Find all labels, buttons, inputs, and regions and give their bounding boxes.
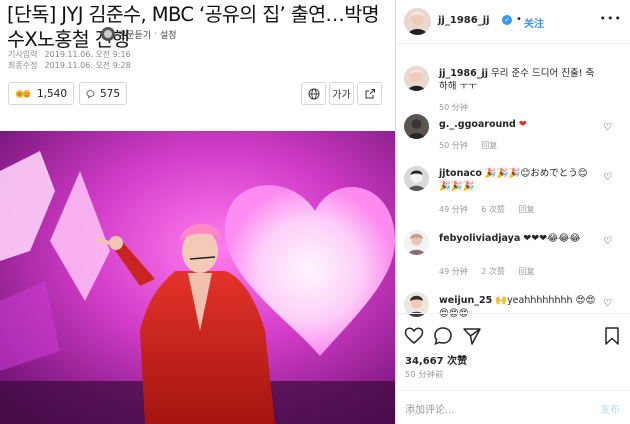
- globe-button[interactable]: [301, 82, 326, 105]
- instagram-pane: jj_1986_jj ✓ • 关注 ••• jj_1986_jj 우리 준수 드디…: [396, 0, 630, 424]
- comment-meta: 49 分钟 2 次赞 回复: [439, 266, 545, 277]
- published-label: 기사입력: [8, 50, 38, 59]
- verified-icon: ✓: [502, 15, 512, 25]
- like-comment-heart-icon[interactable]: ♡: [603, 172, 612, 183]
- comment-likes[interactable]: 2 次赞: [481, 267, 505, 276]
- like-comment-heart-icon[interactable]: ♡: [603, 122, 612, 133]
- comment-username[interactable]: jjtonaco: [439, 168, 482, 179]
- share-button[interactable]: [357, 82, 382, 105]
- comment-username[interactable]: febyoliviadjaya: [439, 233, 520, 244]
- dot-separator: •: [516, 14, 522, 25]
- post-time: 50 分钟前: [405, 370, 444, 379]
- article-headline: [단독] JYJ 김준수, MBC ‘공유의 집’ 출연…박명수X노홍철 진행: [7, 3, 380, 51]
- listen-button[interactable]: 본문듣기: [118, 28, 151, 41]
- reaction-count: 1,540: [36, 87, 67, 100]
- share-plane-icon[interactable]: [462, 326, 482, 346]
- header-divider: [396, 43, 630, 44]
- reaction-button[interactable]: 1,540: [8, 82, 74, 105]
- comment-text: ❤: [518, 119, 527, 130]
- reply-button[interactable]: 回复: [518, 267, 534, 276]
- comment-box-divider: [396, 390, 630, 391]
- globe-icon: [308, 88, 319, 99]
- comment-avatar[interactable]: [404, 114, 429, 139]
- follow-button[interactable]: 关注: [524, 15, 544, 30]
- post-comment-button[interactable]: 发布: [600, 401, 620, 416]
- comment-username[interactable]: g._.ggoaround: [439, 119, 516, 130]
- comment-icon[interactable]: [433, 326, 453, 346]
- likes-count[interactable]: 34,667 次赞: [405, 352, 467, 367]
- comment-avatar[interactable]: [404, 230, 429, 255]
- font-size-button[interactable]: 가가: [329, 82, 354, 105]
- caption-time[interactable]: 50 分钟: [439, 103, 468, 112]
- caption-avatar[interactable]: [404, 66, 429, 91]
- comment-avatar[interactable]: [404, 166, 429, 191]
- heart-icon[interactable]: [404, 326, 424, 346]
- article-pane: [단독] JYJ 김준수, MBC ‘공유의 집’ 출연…박명수X노홍철 진행 …: [0, 0, 395, 424]
- separator: ·: [154, 29, 157, 39]
- speech-bubble-icon: [86, 89, 95, 98]
- like-comment-heart-icon[interactable]: ♡: [603, 236, 612, 247]
- comment-item: jjtonaco 🎉🎉🎉😊おめでとう😊🎉🎉🎉: [439, 167, 599, 193]
- speaker-icon[interactable]: [101, 27, 115, 41]
- modified-value: 2019.11.06. 오전 9:28: [44, 61, 131, 70]
- share-icon: [365, 88, 375, 98]
- comment-meta: 49 分钟 6 次赞 回复: [439, 204, 545, 215]
- caption: jj_1986_jj 우리 준수 드디어 진출! 축하해 ㅜㅜ: [439, 67, 599, 93]
- bookmark-icon[interactable]: [602, 326, 622, 346]
- comment-text: ❤❤❤😂😂😂: [523, 233, 581, 244]
- comment-username[interactable]: weijun_25: [439, 295, 492, 306]
- comment-count-button[interactable]: 575: [79, 82, 127, 105]
- caption-meta: 50 分钟: [439, 102, 479, 113]
- reaction-emoji-icon: [15, 89, 31, 98]
- comment-item: g._.ggoaround ❤: [439, 118, 599, 131]
- modified-label: 최종수정: [8, 61, 38, 70]
- caption-username[interactable]: jj_1986_jj: [439, 68, 488, 79]
- comment-count: 575: [99, 87, 120, 100]
- comment-time[interactable]: 49 分钟: [439, 205, 468, 214]
- reply-button[interactable]: 回复: [518, 205, 534, 214]
- comment-item: febyoliviadjaya ❤❤❤😂😂😂: [439, 232, 599, 245]
- listen-controls: 본문듣기 · 설정: [101, 26, 177, 42]
- add-comment-input[interactable]: 添加评论...: [405, 401, 455, 416]
- published-time: 기사입력 2019.11.06. 오전 9:16: [8, 49, 131, 60]
- avatar[interactable]: [404, 8, 431, 35]
- settings-button[interactable]: 설정: [160, 28, 177, 41]
- published-value: 2019.11.06. 오전 9:16: [44, 50, 131, 59]
- actions-divider: [396, 313, 630, 314]
- more-options-icon[interactable]: •••: [600, 12, 622, 25]
- like-comment-heart-icon[interactable]: ♡: [603, 298, 612, 309]
- reply-button[interactable]: 回复: [481, 141, 497, 150]
- article-photo: [0, 131, 395, 424]
- modified-time: 최종수정 2019.11.06. 오전 9:28: [8, 60, 131, 71]
- comment-time[interactable]: 49 分钟: [439, 267, 468, 276]
- comment-time[interactable]: 50 分钟: [439, 141, 468, 150]
- post-username[interactable]: jj_1986_jj: [438, 15, 490, 26]
- comment-likes[interactable]: 6 次赞: [481, 205, 505, 214]
- comment-item: weijun_25🙌yeahhhhhhhh 😍😍😍😍😍: [439, 294, 599, 320]
- comment-meta: 50 分钟 回复: [439, 140, 508, 151]
